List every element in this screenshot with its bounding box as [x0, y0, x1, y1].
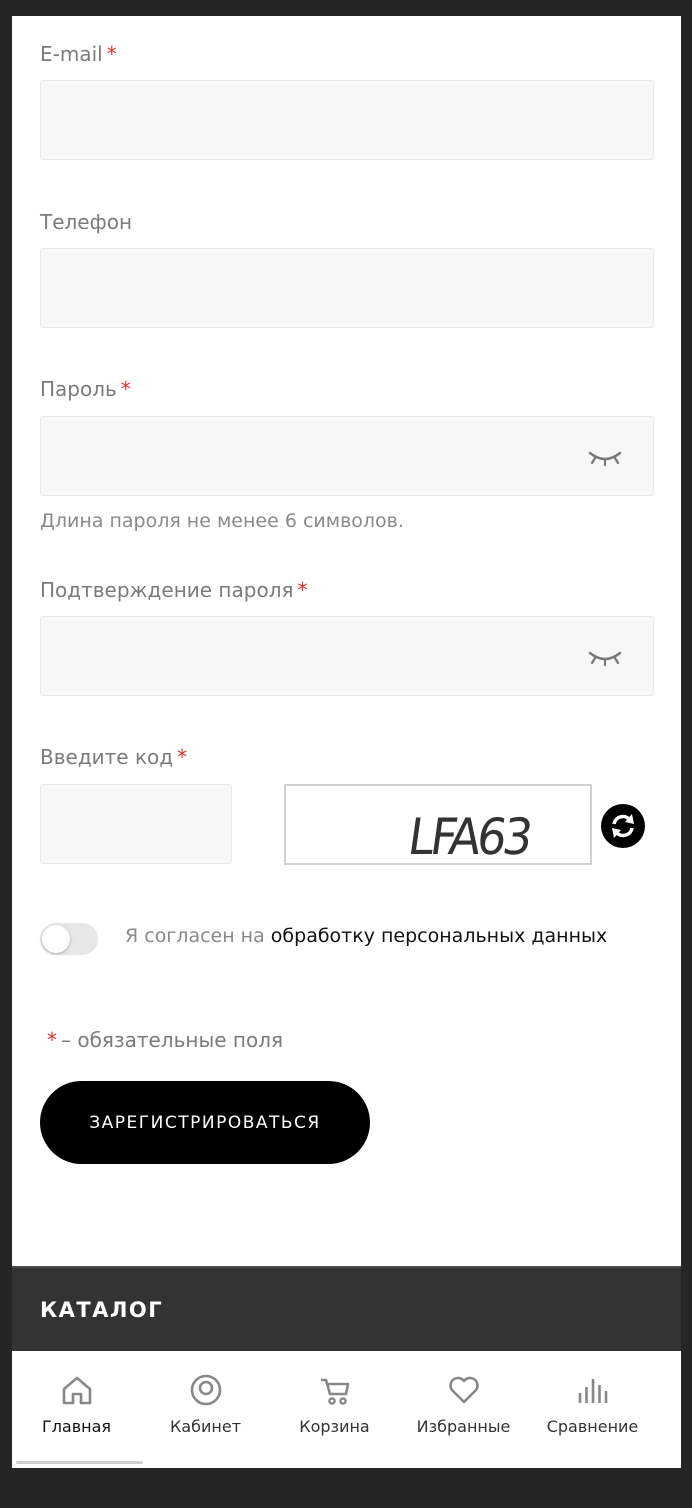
personal-data-link[interactable]: обработку персональных данных [271, 925, 607, 947]
user-circle-icon [190, 1374, 222, 1406]
captcha-image: LFA63 [284, 784, 592, 865]
eye-closed-icon[interactable] [587, 447, 623, 467]
toggle-knob [42, 925, 70, 953]
heart-icon [449, 1376, 479, 1404]
required-mark: * [297, 578, 308, 602]
email-field[interactable] [40, 80, 654, 160]
tab-home-label: Главная [41, 1417, 112, 1436]
home-icon [62, 1376, 92, 1405]
tab-favorites[interactable]: Избранные [399, 1351, 528, 1468]
consent-text: Я согласен на обработку персональных дан… [125, 925, 608, 947]
refresh-captcha-button[interactable] [601, 804, 645, 848]
catalog-section[interactable]: КАТАЛОГ [12, 1266, 681, 1351]
registration-form: E-mail * Телефон Пароль * Длина пароля не … [12, 16, 681, 1266]
captcha-code-field[interactable] [40, 784, 232, 864]
required-mark: * [177, 745, 188, 769]
tab-cart[interactable]: Корзина [270, 1351, 399, 1468]
code-label: Введите код * [40, 745, 188, 769]
tab-cart-label: Корзина [299, 1417, 370, 1436]
confirm-password-field[interactable] [40, 616, 654, 696]
tab-compare[interactable]: Сравнение [528, 1351, 657, 1468]
tab-account[interactable]: Кабинет [141, 1351, 270, 1468]
active-tab-indicator [16, 1461, 143, 1464]
phone-field[interactable] [40, 248, 654, 328]
password-hint: Длина пароля не менее 6 символов. [40, 510, 404, 532]
required-mark: * [106, 42, 117, 66]
password-label: Пароль * [40, 377, 131, 401]
cart-icon [321, 1378, 350, 1405]
tab-compare-label: Сравнение [546, 1417, 639, 1436]
tab-home[interactable]: Главная [12, 1351, 141, 1468]
tab-account-label: Кабинет [169, 1417, 242, 1436]
password-field[interactable] [40, 416, 654, 496]
required-mark: * [120, 377, 131, 401]
confirm-password-label: Подтверждение пароля * [40, 578, 308, 602]
required-fields-note: * – обязательные поля [47, 1028, 284, 1052]
register-button[interactable]: ЗАРЕГИСТРИРОВАТЬСЯ [40, 1081, 370, 1164]
refresh-icon [612, 814, 634, 838]
phone-label: Телефон [40, 210, 133, 234]
eye-closed-icon[interactable] [587, 647, 623, 667]
captcha-text: LFA63 [405, 807, 533, 863]
bottom-tab-bar: Главная Кабинет Корзина Избранные Сравне… [12, 1351, 681, 1468]
bar-chart-icon [578, 1379, 608, 1403]
catalog-title: КАТАЛОГ [40, 1298, 164, 1322]
consent-toggle[interactable] [40, 923, 98, 955]
tab-favorites-label: Избранные [416, 1417, 511, 1436]
email-label: E-mail * [40, 42, 117, 66]
